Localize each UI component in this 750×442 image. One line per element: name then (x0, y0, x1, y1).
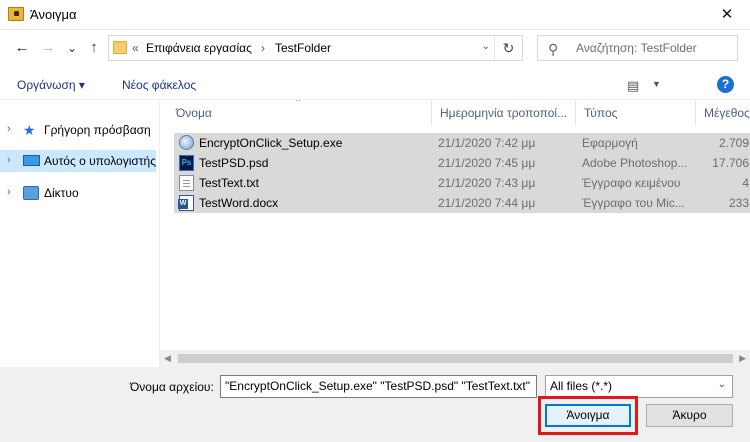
close-button[interactable]: ✕ (704, 0, 750, 30)
dialog-footer: Όνομα αρχείου: "EncryptOnClick_Setup.exe… (0, 367, 750, 442)
file-date: 21/1/2020 7:43 μμ (438, 176, 536, 190)
address-bar[interactable]: « Επιφάνεια εργασίας › TestFolder ⌄ ↻ (108, 35, 523, 61)
scroll-right-icon[interactable]: ▶ (739, 353, 746, 364)
computer-icon (23, 155, 40, 166)
file-size: 17.706 (712, 156, 749, 170)
photoshop-icon: Ps (179, 155, 194, 171)
horizontal-scrollbar[interactable]: ◀ ▶ (160, 350, 750, 367)
file-row-testtext[interactable]: TestText.txt 21/1/2020 7:43 μμ Έγγραφο κ… (174, 173, 750, 193)
sidebar-item-label: Αυτός ο υπολογιστής (44, 154, 156, 168)
sidebar-item-label: Δίκτυο (44, 186, 79, 200)
organize-button[interactable]: Οργάνωση ▾ (17, 78, 85, 92)
open-button[interactable]: Άνοιγμα (545, 404, 631, 427)
column-header-date[interactable]: Ημερομηνία τροποποί... (432, 100, 576, 126)
file-type: Adobe Photoshop... (582, 156, 688, 170)
file-type: Έγγραφο του Mic... (582, 196, 685, 210)
network-icon (23, 186, 39, 200)
file-name: TestWord.docx (199, 196, 279, 210)
folder-icon (113, 41, 127, 54)
view-dropdown-icon[interactable]: ▼ (652, 79, 661, 89)
star-icon: ★ (23, 122, 36, 138)
file-row-encryptonclick[interactable]: EncryptOnClick_Setup.exe 21/1/2020 7:42 … (174, 133, 750, 153)
refresh-button[interactable]: ↻ (494, 36, 522, 60)
column-header-row: Όνομα ^ Ημερομηνία τροποποί... Τύπος Μέγ… (168, 100, 750, 126)
file-size: 2.709 (718, 136, 749, 150)
search-input[interactable]: ⚲ Αναζήτηση: TestFolder (537, 35, 738, 61)
sidebar-item-label: Γρήγορη πρόσβαση (44, 123, 151, 137)
new-folder-button[interactable]: Νέος φάκελος (122, 78, 196, 92)
navigation-pane: › ★ Γρήγορη πρόσβαση › Αυτός ο υπολογιστ… (0, 100, 160, 367)
search-placeholder: Αναζήτηση: TestFolder (576, 41, 697, 55)
recent-locations-button[interactable]: ⌄ (62, 38, 82, 58)
file-row-testword[interactable]: TestWord.docx 21/1/2020 7:44 μμ Έγγραφο … (174, 193, 750, 213)
file-date: 21/1/2020 7:45 μμ (438, 156, 536, 170)
lock-folder-icon (8, 7, 24, 21)
back-button[interactable]: ← (12, 38, 32, 58)
file-date: 21/1/2020 7:44 μμ (438, 196, 536, 210)
up-button[interactable]: ↑ (84, 38, 104, 58)
breadcrumb-overflow[interactable]: « (132, 41, 139, 55)
filename-input[interactable]: "EncryptOnClick_Setup.exe" "TestPSD.psd"… (220, 375, 537, 398)
forward-button[interactable]: → (38, 38, 58, 58)
file-type: Εφαρμογή (582, 136, 638, 150)
sort-ascending-icon: ^ (296, 100, 301, 106)
breadcrumb-testfolder[interactable]: TestFolder (275, 41, 331, 55)
scroll-left-icon[interactable]: ◀ (164, 353, 171, 364)
title-bar: Άνοιγμα ✕ (0, 0, 750, 30)
filetype-value: All files (*.*) (550, 379, 613, 393)
column-header-type[interactable]: Τύπος (576, 100, 696, 126)
file-size: 233 (728, 196, 749, 210)
chevron-right-icon[interactable]: › (7, 123, 11, 135)
column-header-size[interactable]: Μέγεθος (696, 100, 750, 126)
file-list: Όνομα ^ Ημερομηνία τροποποί... Τύπος Μέγ… (168, 100, 750, 350)
word-document-icon (178, 195, 194, 211)
text-file-icon (179, 175, 194, 191)
window-title: Άνοιγμα (30, 7, 77, 22)
sidebar-item-this-pc[interactable]: › Αυτός ο υπολογιστής (0, 150, 156, 172)
scrollbar-thumb[interactable] (178, 354, 733, 363)
filetype-select[interactable]: All files (*.*) ⌄ (545, 375, 733, 398)
command-bar: Οργάνωση ▾ Νέος φάκελος ▤ ▼ ? (0, 70, 750, 100)
navigation-bar: ← → ⌄ ↑ « Επιφάνεια εργασίας › TestFolde… (0, 31, 750, 65)
exe-icon (179, 135, 194, 150)
file-name: TestText.txt (199, 176, 260, 190)
sidebar-item-quick-access[interactable]: › ★ Γρήγορη πρόσβαση (0, 119, 156, 141)
column-header-label: Όνομα (176, 106, 212, 120)
chevron-right-icon[interactable]: › (7, 186, 11, 198)
breadcrumb-desktop[interactable]: Επιφάνεια εργασίας (146, 41, 252, 55)
file-row-testpsd[interactable]: Ps TestPSD.psd 21/1/2020 7:45 μμ Adobe P… (174, 153, 750, 173)
filename-label: Όνομα αρχείου: (130, 380, 214, 394)
file-name: TestPSD.psd (199, 156, 269, 170)
view-options-icon[interactable]: ▤ (627, 78, 639, 94)
breadcrumb-separator-icon: › (261, 41, 265, 55)
cancel-button[interactable]: Άκυρο (646, 404, 733, 427)
file-date: 21/1/2020 7:42 μμ (438, 136, 536, 150)
address-dropdown-icon[interactable]: ⌄ (482, 41, 490, 52)
file-type: Έγγραφο κειμένου (582, 176, 681, 190)
file-size: 4 (742, 176, 749, 190)
help-icon[interactable]: ? (717, 76, 734, 93)
chevron-right-icon[interactable]: › (7, 154, 11, 166)
sidebar-item-network[interactable]: › Δίκτυο (0, 182, 156, 204)
file-name: EncryptOnClick_Setup.exe (199, 136, 343, 150)
chevron-down-icon: ⌄ (717, 379, 726, 390)
search-icon: ⚲ (548, 41, 559, 57)
